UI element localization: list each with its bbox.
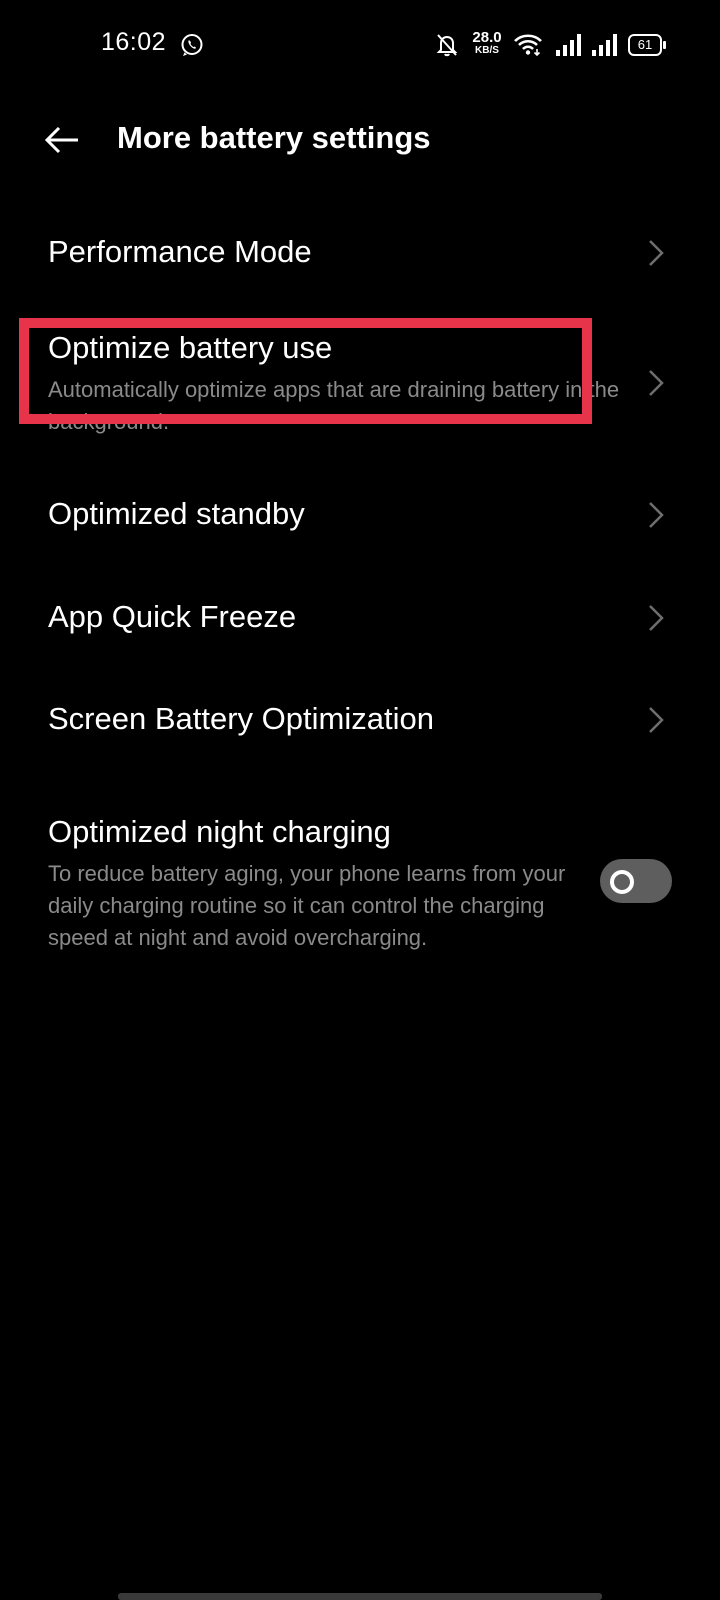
mute-icon xyxy=(435,32,459,58)
signal-icon xyxy=(590,33,618,57)
app-header: More battery settings xyxy=(0,100,720,180)
item-title: Optimize battery use xyxy=(48,330,333,365)
network-speed: 28.0 KB/S xyxy=(468,30,506,56)
item-title: Performance Mode xyxy=(48,234,312,269)
network-speed-value: 28.0 xyxy=(472,29,502,46)
list-item-app-quick-freeze[interactable]: App Quick Freeze xyxy=(0,573,720,669)
whatsapp-icon xyxy=(180,33,204,57)
night-charging-toggle[interactable] xyxy=(600,859,672,903)
wifi-icon xyxy=(513,32,543,57)
list-item-optimized-standby[interactable]: Optimized standby xyxy=(0,470,720,566)
signal-icon xyxy=(554,33,582,57)
status-bar: 16:02 28.0 KB/S 61 xyxy=(0,0,720,90)
item-title: Optimized standby xyxy=(48,496,305,531)
item-title: Screen Battery Optimization xyxy=(48,701,434,736)
list-item-optimize-battery-use[interactable]: Optimize battery use Automatically optim… xyxy=(0,322,720,450)
chevron-right-icon xyxy=(649,502,664,528)
navigation-bar xyxy=(118,1593,602,1600)
page-title: More battery settings xyxy=(117,120,431,155)
network-speed-unit: KB/S xyxy=(475,45,499,56)
list-item-performance-mode[interactable]: Performance Mode xyxy=(0,208,720,304)
item-title: App Quick Freeze xyxy=(48,599,297,634)
battery-level: 61 xyxy=(637,37,653,52)
item-subtitle: Automatically optimize apps that are dra… xyxy=(48,377,620,434)
chevron-right-icon xyxy=(649,707,664,733)
arrow-left-icon xyxy=(44,126,78,154)
list-item-screen-battery-optimization[interactable]: Screen Battery Optimization xyxy=(0,675,720,771)
status-time: 16:02 xyxy=(101,28,167,56)
item-subtitle: To reduce battery aging, your phone lear… xyxy=(48,861,566,950)
back-button[interactable] xyxy=(40,118,84,162)
toggle-knob xyxy=(610,870,634,894)
chevron-right-icon xyxy=(649,605,664,631)
battery-icon: 61 xyxy=(628,34,668,56)
item-title: Optimized night charging xyxy=(48,814,391,849)
chevron-right-icon xyxy=(649,240,664,266)
chevron-right-icon xyxy=(649,370,664,396)
